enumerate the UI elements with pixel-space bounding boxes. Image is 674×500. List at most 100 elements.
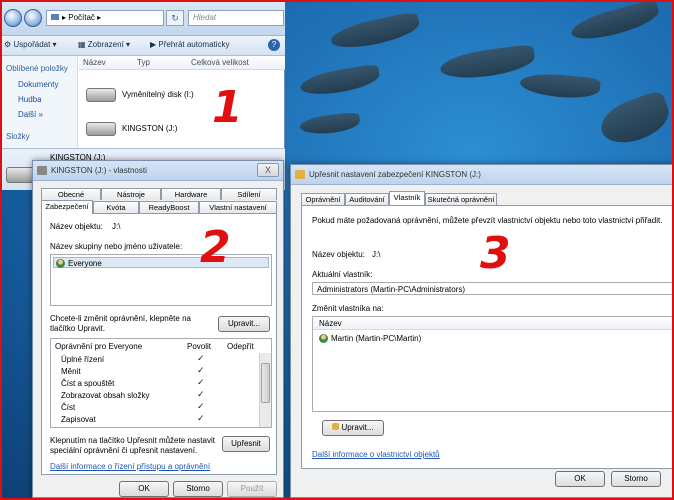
owner-info-text: Pokud máte požadovaná oprávnění, můžete … — [312, 216, 663, 225]
change-permissions-text-2: tlačítko Upravit. — [50, 324, 106, 333]
ok-button[interactable]: OK — [555, 471, 605, 487]
computer-icon — [51, 14, 59, 20]
tab-tools[interactable]: Nástroje — [101, 188, 161, 200]
sidebar-item-more[interactable]: Další » — [18, 110, 43, 119]
removable-drive-icon — [86, 88, 116, 102]
list-header: Název — [313, 317, 674, 330]
tab-owner[interactable]: Vlastník — [389, 191, 425, 205]
search-input[interactable]: Hledat — [188, 10, 284, 26]
permissions-list: Oprávnění pro Everyone Povolit Odepřít Ú… — [50, 338, 272, 428]
advanced-text-2: speciální oprávnění či upřesnit nastaven… — [50, 446, 198, 455]
permission-item: Měnit — [61, 367, 81, 376]
scrollbar-thumb[interactable] — [261, 363, 270, 403]
tab-quota[interactable]: Kvóta — [93, 201, 139, 213]
permission-item: Číst — [61, 403, 76, 412]
sidebar-item-music[interactable]: Hudba — [18, 95, 42, 104]
address-bar: ▸ Počítač ▸ ↻ Hledat — [0, 0, 285, 36]
column-size[interactable]: Celková velikost — [191, 58, 249, 67]
properties-titlebar: KINGSTON (J:) - vlastnosti X — [33, 161, 283, 181]
tab-general[interactable]: Obecné — [41, 188, 101, 200]
allow-header: Povolit — [187, 342, 212, 351]
check-icon: ✓ — [197, 377, 205, 387]
list-item[interactable]: Everyone — [53, 257, 269, 268]
security-panel: Název objektu: J:\ Název skupiny nebo jm… — [41, 213, 277, 475]
cancel-button[interactable]: Storno — [611, 471, 661, 487]
ok-button[interactable]: OK — [119, 481, 169, 497]
check-icon: ✓ — [197, 389, 205, 399]
close-button[interactable]: X — [257, 163, 279, 177]
edit-button[interactable]: Upravit... — [218, 316, 270, 332]
tab-effective-permissions[interactable]: Skutečná oprávnění — [425, 193, 497, 205]
search-placeholder: Hledat — [193, 13, 217, 22]
tab-permissions[interactable]: Oprávnění — [301, 193, 345, 205]
folders-header[interactable]: Složky — [6, 132, 30, 141]
current-owner-value: Administrators (Martin-PC\Administrators… — [317, 285, 466, 294]
annotation-number-3: 3 — [480, 228, 511, 279]
object-name-value: J:\ — [112, 222, 121, 231]
groups-label: Název skupiny nebo jméno uživatele: — [50, 242, 183, 251]
drive-item-removable[interactable]: Vyměnitelný disk (I:) — [122, 90, 194, 99]
dialog-title: KINGSTON (J:) - vlastnosti — [51, 166, 147, 175]
ownership-info-link[interactable]: Další informace o vlastnictví objektů — [312, 450, 440, 459]
advanced-dialog-title: Upřesnit nastavení zabezpečení KINGSTON … — [309, 170, 481, 179]
apply-button[interactable]: Použít — [227, 481, 277, 497]
fish-image — [328, 10, 422, 54]
views-button[interactable]: ▦ Zobrazení ▾ — [78, 40, 130, 49]
fish-image — [519, 71, 601, 101]
fish-image — [438, 43, 537, 83]
favorites-header: Oblíbené položky — [6, 64, 68, 73]
permissions-scrollbar[interactable] — [259, 353, 271, 427]
tab-auditing[interactable]: Auditování — [345, 193, 389, 205]
usb-drive-icon — [86, 122, 116, 136]
permission-item: Zobrazovat obsah složky — [61, 391, 150, 400]
shield-icon — [332, 423, 340, 430]
address-text: Počítač — [68, 13, 95, 22]
annotation-number-2: 2 — [200, 222, 231, 273]
access-control-link[interactable]: Další informace o řízení přístupu a oprá… — [50, 462, 210, 471]
cancel-button[interactable]: Storno — [173, 481, 223, 497]
tab-hardware[interactable]: Hardware — [161, 188, 221, 200]
column-name[interactable]: Název — [319, 319, 342, 328]
owner-edit-button[interactable]: Upravit... — [322, 420, 384, 436]
fish-image — [595, 89, 674, 151]
change-permissions-text: Chcete-li změnit oprávnění, klepněte na — [50, 314, 191, 323]
change-owner-label: Změnit vlastníka na: — [312, 304, 384, 313]
object-name-label: Název objektu: — [312, 250, 365, 259]
help-icon[interactable]: ? — [268, 39, 280, 51]
forward-icon[interactable] — [24, 9, 42, 27]
command-bar: ⚙ Uspořádat ▾ ▦ Zobrazení ▾ ▶ Přehrát au… — [0, 36, 285, 56]
group-everyone: Everyone — [68, 259, 102, 268]
permission-item: Číst a spouštět — [61, 379, 115, 388]
address-field[interactable]: ▸ Počítač ▸ — [46, 10, 164, 26]
advanced-titlebar: Upřesnit nastavení zabezpečení KINGSTON … — [291, 165, 673, 185]
advanced-text: Klepnutím na tlačítko Upřesnit můžete na… — [50, 436, 215, 445]
navigation-pane: Oblíbené položky Dokumenty Hudba Další »… — [0, 56, 78, 160]
column-type[interactable]: Typ — [137, 58, 150, 67]
column-name[interactable]: Název — [83, 58, 106, 67]
current-owner-field: Administrators (Martin-PC\Administrators… — [312, 282, 674, 295]
drive-item-kingston[interactable]: KINGSTON (J:) — [122, 124, 177, 133]
tab-customize[interactable]: Vlastní nastavení — [199, 201, 277, 213]
tab-security[interactable]: Zabezpečení — [41, 200, 93, 214]
fish-image — [298, 63, 382, 99]
owner-candidate-item[interactable]: Martin (Martin-PC\Martin) — [331, 334, 421, 343]
fish-image — [568, 0, 662, 46]
permission-item: Úplné řízení — [61, 355, 105, 364]
autoplay-button[interactable]: ▶ Přehrát automaticky — [150, 40, 230, 49]
check-icon: ✓ — [197, 401, 205, 411]
check-icon: ✓ — [197, 413, 205, 423]
organize-button[interactable]: ⚙ Uspořádat ▾ — [4, 40, 57, 49]
groups-list[interactable]: Everyone — [50, 254, 272, 306]
tab-readyboost[interactable]: ReadyBoost — [139, 201, 199, 213]
refresh-icon[interactable]: ↻ — [166, 10, 184, 26]
back-icon[interactable] — [4, 9, 22, 27]
advanced-button[interactable]: Upřesnit — [222, 436, 270, 452]
owner-candidates-list[interactable]: Název Martin (Martin-PC\Martin) — [312, 316, 674, 412]
sidebar-item-documents[interactable]: Dokumenty — [18, 80, 58, 89]
current-owner-label: Aktuální vlastník: — [312, 270, 373, 279]
advanced-security-dialog: Upřesnit nastavení zabezpečení KINGSTON … — [290, 164, 674, 498]
check-icon: ✓ — [197, 353, 205, 363]
drive-icon — [37, 166, 47, 175]
user-icon — [319, 334, 328, 343]
tab-sharing[interactable]: Sdílení — [221, 188, 277, 200]
